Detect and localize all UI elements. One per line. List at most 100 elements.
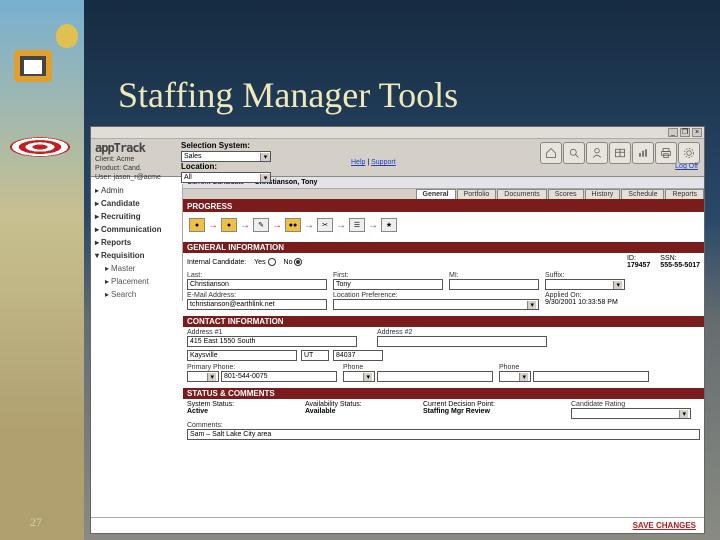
internal-candidate-row: Internal Candidate: Yes No: [187, 255, 302, 269]
contact-section: Address #1415 East 1550 South Address #2…: [183, 327, 704, 388]
arrow-icon: →: [272, 220, 282, 231]
header-links: Help | Support: [351, 159, 396, 166]
save-changes-button[interactable]: SAVE CHANGES: [633, 521, 696, 530]
rating-select[interactable]: [571, 408, 691, 419]
logoff-link[interactable]: Log Off: [675, 163, 698, 170]
brand-logo: appTrack: [95, 141, 177, 155]
arrow-icon: →: [336, 220, 346, 231]
progress-step-3-icon[interactable]: ✎: [253, 218, 269, 232]
tab-history[interactable]: History: [585, 189, 621, 199]
nav-admin[interactable]: ▸Admin: [91, 184, 182, 197]
tab-reports[interactable]: Reports: [665, 189, 704, 199]
suffix-select[interactable]: [545, 279, 625, 290]
nav-candidate[interactable]: ▸Candidate: [91, 197, 182, 210]
selection-system-dropdown[interactable]: Sales▾: [181, 151, 271, 162]
primary-phone-input[interactable]: 801-544-0075: [221, 371, 337, 382]
nav-bullets: [90, 177, 91, 273]
tab-documents[interactable]: Documents: [497, 189, 546, 199]
progress-section: ●→ ●→ ✎→ ●●→ ✂→ ☰→ ★: [183, 212, 704, 242]
location-pref-select[interactable]: [333, 299, 539, 310]
location-dropdown[interactable]: All▾: [181, 172, 271, 183]
arrow-icon: →: [240, 220, 250, 231]
footer-bar: SAVE CHANGES: [91, 517, 704, 533]
slide-title: Staffing Manager Tools: [118, 74, 458, 116]
section-contact-title: CONTACT INFORMATION: [183, 316, 704, 327]
tabs: General Portfolio Documents Scores Histo…: [183, 189, 704, 201]
id-value: 179457: [627, 262, 650, 269]
last-name-input[interactable]: Christianson: [187, 279, 327, 290]
progress-step-1-icon[interactable]: ●: [189, 218, 205, 232]
window-restore-button[interactable]: ❐: [680, 128, 690, 137]
phone3-type[interactable]: [499, 371, 531, 382]
tab-schedule[interactable]: Schedule: [621, 189, 664, 199]
applied-value: 9/30/2001 10:33:58 PM: [545, 299, 618, 306]
gear-icon[interactable]: [678, 142, 700, 164]
section-general-title: GENERAL INFORMATION: [183, 242, 704, 253]
tab-scores[interactable]: Scores: [548, 189, 584, 199]
tab-portfolio[interactable]: Portfolio: [457, 189, 497, 199]
ssn-value: 555-55-5017: [660, 262, 700, 269]
nav-placement[interactable]: ▸Placement: [91, 275, 182, 288]
phone3-input[interactable]: [533, 371, 649, 382]
nav-requisition[interactable]: ▾Requisition: [91, 249, 182, 262]
main-panel: Current Candidate › Christianson, Tony G…: [183, 177, 704, 533]
internal-no-radio[interactable]: [294, 258, 302, 266]
search-icon[interactable]: [563, 142, 585, 164]
app-header: appTrack Client: Acme Product: Cand. Use…: [91, 139, 704, 177]
nav-communication[interactable]: ▸Communication: [91, 223, 182, 236]
brand-line-1: Client: Acme: [95, 155, 177, 164]
slide-decor-sidebar: [0, 0, 84, 540]
availability-value: Available: [305, 408, 335, 415]
arrow-icon: →: [304, 220, 314, 231]
window-close-button[interactable]: ×: [692, 128, 702, 137]
city-input[interactable]: Kaysville: [187, 350, 297, 361]
address1-input[interactable]: 415 East 1550 South: [187, 336, 357, 347]
home-icon[interactable]: [540, 142, 562, 164]
nav-recruiting[interactable]: ▸Recruiting: [91, 210, 182, 223]
progress-step-5-icon[interactable]: ✂: [317, 218, 333, 232]
nav-reports[interactable]: ▸Reports: [91, 236, 182, 249]
help-link[interactable]: Help: [351, 159, 365, 166]
nav-master[interactable]: ▸Master: [91, 262, 182, 275]
window-minimize-button[interactable]: _: [668, 128, 678, 137]
arrow-icon: →: [368, 220, 378, 231]
slide-number: 27: [30, 515, 42, 530]
section-progress-title: PROGRESS: [183, 201, 704, 212]
comments-input[interactable]: Sam – Salt Lake City area: [187, 429, 700, 440]
progress-step-2-icon[interactable]: ●: [221, 218, 237, 232]
chart-icon[interactable]: [632, 142, 654, 164]
selection-system-block: Selection System: Sales▾ Location: All▾: [181, 139, 331, 183]
user-icon[interactable]: [586, 142, 608, 164]
mi-input[interactable]: [449, 279, 539, 290]
phone2-type[interactable]: [343, 371, 375, 382]
progress-step-7-icon[interactable]: ★: [381, 218, 397, 232]
progress-step-6-icon[interactable]: ☰: [349, 218, 365, 232]
section-status-title: STATUS & COMMENTS: [183, 388, 704, 399]
email-input[interactable]: tchristianson@earthlink.net: [187, 299, 327, 310]
location-label: Location:: [181, 162, 331, 171]
support-link[interactable]: Support: [371, 159, 396, 166]
system-status-value: Active: [187, 408, 208, 415]
tab-general[interactable]: General: [416, 189, 456, 199]
state-input[interactable]: UT: [301, 350, 329, 361]
print-icon[interactable]: [655, 142, 677, 164]
toolbar: [540, 142, 700, 164]
internal-yes-radio[interactable]: [268, 258, 276, 266]
app-window: _ ❐ × appTrack Client: Acme Product: Can…: [90, 126, 705, 534]
general-section: Internal Candidate: Yes No ID:179457 SSN…: [183, 253, 704, 316]
arrow-icon: →: [208, 220, 218, 231]
address2-input[interactable]: [377, 336, 547, 347]
phone2-input[interactable]: [377, 371, 493, 382]
window-titlebar: _ ❐ ×: [91, 127, 704, 139]
primary-phone-type[interactable]: [187, 371, 219, 382]
table-icon[interactable]: [609, 142, 631, 164]
decision-point-value: Staffing Mgr Review: [423, 408, 490, 415]
nav-search[interactable]: ▸Search: [91, 288, 182, 301]
brand-line-2: Product: Cand.: [95, 164, 177, 173]
status-section: System Status:Active Availability Status…: [183, 399, 704, 446]
first-name-input[interactable]: Tony: [333, 279, 443, 290]
left-nav: ▸Admin ▸Candidate ▸Recruiting ▸Communica…: [91, 184, 183, 301]
progress-step-4-icon[interactable]: ●●: [285, 218, 301, 232]
zip-input[interactable]: 84037: [333, 350, 383, 361]
selection-heading: Selection System:: [181, 141, 331, 150]
